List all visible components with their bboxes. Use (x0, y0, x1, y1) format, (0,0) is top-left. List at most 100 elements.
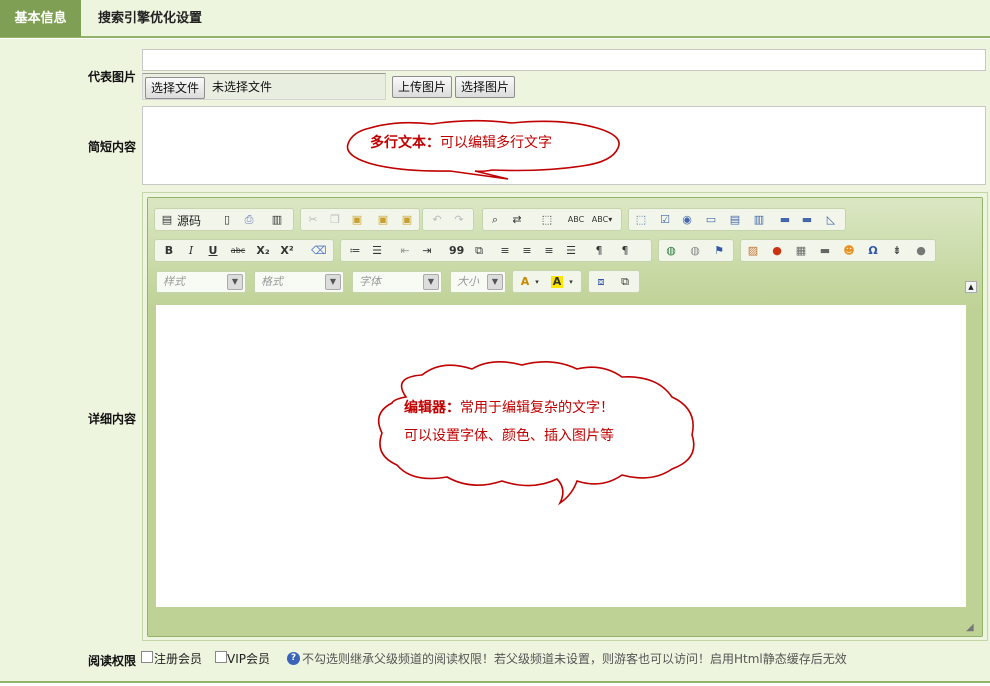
textfield-icon[interactable]: ▭ (705, 214, 717, 226)
paste-word-icon[interactable]: ▣ (401, 214, 413, 226)
template-icon[interactable]: ▥ (271, 214, 283, 226)
form-icon[interactable]: ⬚ (635, 214, 647, 226)
font-select[interactable]: 字体 ▼ (352, 271, 442, 293)
toolbar-group-insert: ▨ ● ▦ ▬ ☻ Ω ⇟ ● (740, 239, 936, 262)
toolbar-group-links: ◍ ◍ ⚑ (658, 239, 734, 262)
registered-member-checkbox[interactable] (141, 651, 153, 663)
choose-file-button[interactable]: 选择文件 (145, 77, 206, 99)
permission-field-label: 阅读权限 (87, 654, 136, 668)
div-container-icon[interactable]: ⧉ (471, 245, 487, 257)
replace-icon[interactable]: ⇄ (511, 214, 523, 226)
align-center-icon[interactable]: ≡ (521, 245, 533, 257)
find-icon[interactable]: ⌕ (489, 214, 501, 226)
button-field-icon[interactable]: ▬ (779, 214, 791, 226)
spellcheck-as-you-type-icon[interactable]: ABC▾ (591, 214, 613, 226)
blockquote-icon[interactable]: 99 (449, 245, 464, 257)
hidden-field-icon[interactable]: ◺ (825, 214, 837, 226)
text-color-icon[interactable]: A (519, 276, 531, 288)
new-page-icon[interactable]: ▯ (221, 214, 233, 226)
editor-callout-body: 常用于编辑复杂的文字！ (460, 400, 614, 416)
superscript-icon[interactable]: X² (279, 245, 295, 257)
rtl-icon[interactable]: ¶ (619, 245, 631, 257)
image-url-input[interactable] (142, 49, 986, 71)
bold-icon[interactable]: B (163, 245, 175, 257)
registered-member-label[interactable]: 注册会员 (154, 652, 202, 666)
size-select[interactable]: 大小 ▼ (450, 271, 506, 293)
upload-image-button[interactable]: 上传图片 (392, 76, 453, 98)
copy-icon[interactable]: ❐ (329, 214, 341, 226)
tab-seo-settings[interactable]: 搜索引擎优化设置 (82, 0, 218, 37)
select-all-icon[interactable]: ⬚ (541, 214, 553, 226)
paste-icon[interactable]: ▣ (351, 214, 363, 226)
toolbar-group-undo: ↶ ↷ (422, 208, 474, 231)
summary-callout-body: 可以编辑多行文字 (440, 135, 552, 151)
chevron-down-icon: ▾ (535, 278, 539, 286)
align-right-icon[interactable]: ≡ (543, 245, 555, 257)
toolbar-group-paragraph: ≔ ☰ ⇤ ⇥ 99 ⧉ ≡ ≡ ≡ ☰ ¶ ¶ (340, 239, 652, 262)
editor-callout-line1: 编辑器：常用于编辑复杂的文字！ (404, 397, 614, 417)
toolbar-group-forms: ⬚ ☑ ◉ ▭ ▤ ▥ ▬ ▬ ◺ (628, 208, 846, 231)
detail-field-label: 详细内容 (87, 412, 136, 426)
outdent-icon[interactable]: ⇤ (399, 245, 411, 257)
unlink-icon[interactable]: ◍ (689, 245, 701, 257)
underline-icon[interactable]: U (207, 245, 219, 257)
horizontal-rule-icon[interactable]: ▬ (819, 245, 831, 257)
format-select[interactable]: 格式 ▼ (254, 271, 344, 293)
summary-callout-text: 多行文本：可以编辑多行文字 (370, 132, 552, 152)
justify-icon[interactable]: ☰ (565, 245, 577, 257)
toolbar-group-find: ⌕ ⇄ ⬚ ABC ABC▾ (482, 208, 622, 231)
chevron-down-icon: ▼ (423, 274, 439, 290)
summary-callout-title: 多行文本： (370, 135, 440, 151)
spellcheck-icon[interactable]: ABC (567, 214, 585, 226)
bg-color-icon[interactable]: A (551, 276, 563, 288)
no-file-text: 未选择文件 (212, 80, 273, 94)
align-left-icon[interactable]: ≡ (499, 245, 511, 257)
iframe-icon[interactable]: ● (915, 245, 927, 257)
checkbox-icon[interactable]: ☑ (659, 214, 671, 226)
anchor-icon[interactable]: ⚑ (713, 245, 725, 257)
redo-icon[interactable]: ↷ (453, 214, 465, 226)
cut-icon[interactable]: ✂ (307, 214, 319, 226)
tab-basic-info[interactable]: 基本信息 (0, 0, 81, 37)
special-char-icon[interactable]: Ω (867, 245, 879, 257)
chevron-down-icon: ▼ (325, 274, 341, 290)
indent-icon[interactable]: ⇥ (421, 245, 433, 257)
select-image-button[interactable]: 选择图片 (455, 76, 516, 98)
chevron-down-icon: ▼ (487, 274, 503, 290)
format-select-value: 格式 (261, 275, 283, 288)
strikethrough-icon[interactable]: abc (229, 245, 247, 257)
select-field-icon[interactable]: ▥ (753, 214, 765, 226)
textarea-icon[interactable]: ▤ (729, 214, 741, 226)
help-icon: ? (287, 652, 300, 665)
collapse-toolbar-icon[interactable]: ▲ (965, 281, 977, 293)
maximize-icon[interactable]: ⧈ (595, 276, 607, 288)
toolbar-group-basicstyles: B I U abc X₂ X² ⌫ (154, 239, 334, 262)
font-select-value: 字体 (359, 275, 381, 288)
source-icon[interactable]: ▤ (161, 214, 173, 226)
resize-handle-icon[interactable]: ◢ (966, 622, 978, 634)
style-select[interactable]: 样式 ▼ (156, 271, 246, 293)
ltr-icon[interactable]: ¶ (593, 245, 605, 257)
toolbar-group-colors: A ▾ A ▾ (512, 270, 582, 293)
image-button-icon[interactable]: ▬ (801, 214, 813, 226)
image-icon[interactable]: ▨ (747, 245, 759, 257)
vip-member-label[interactable]: VIP会员 (227, 652, 270, 666)
italic-icon[interactable]: I (185, 245, 197, 257)
link-icon[interactable]: ◍ (665, 245, 677, 257)
flash-icon[interactable]: ● (771, 245, 783, 257)
page-break-icon[interactable]: ⇟ (891, 245, 903, 257)
numbered-list-icon[interactable]: ≔ (349, 245, 361, 257)
radio-icon[interactable]: ◉ (681, 214, 693, 226)
source-label[interactable]: 源码 (177, 212, 201, 229)
table-icon[interactable]: ▦ (795, 245, 807, 257)
undo-icon[interactable]: ↶ (431, 214, 443, 226)
subscript-icon[interactable]: X₂ (255, 245, 271, 257)
show-blocks-icon[interactable]: ⧉ (619, 276, 631, 288)
chevron-down-icon: ▼ (227, 274, 243, 290)
paste-text-icon[interactable]: ▣ (377, 214, 389, 226)
bulleted-list-icon[interactable]: ☰ (371, 245, 383, 257)
smiley-icon[interactable]: ☻ (843, 245, 855, 257)
vip-member-checkbox[interactable] (215, 651, 227, 663)
remove-format-icon[interactable]: ⌫ (311, 245, 327, 257)
print-icon[interactable]: ⎙ (243, 214, 255, 226)
